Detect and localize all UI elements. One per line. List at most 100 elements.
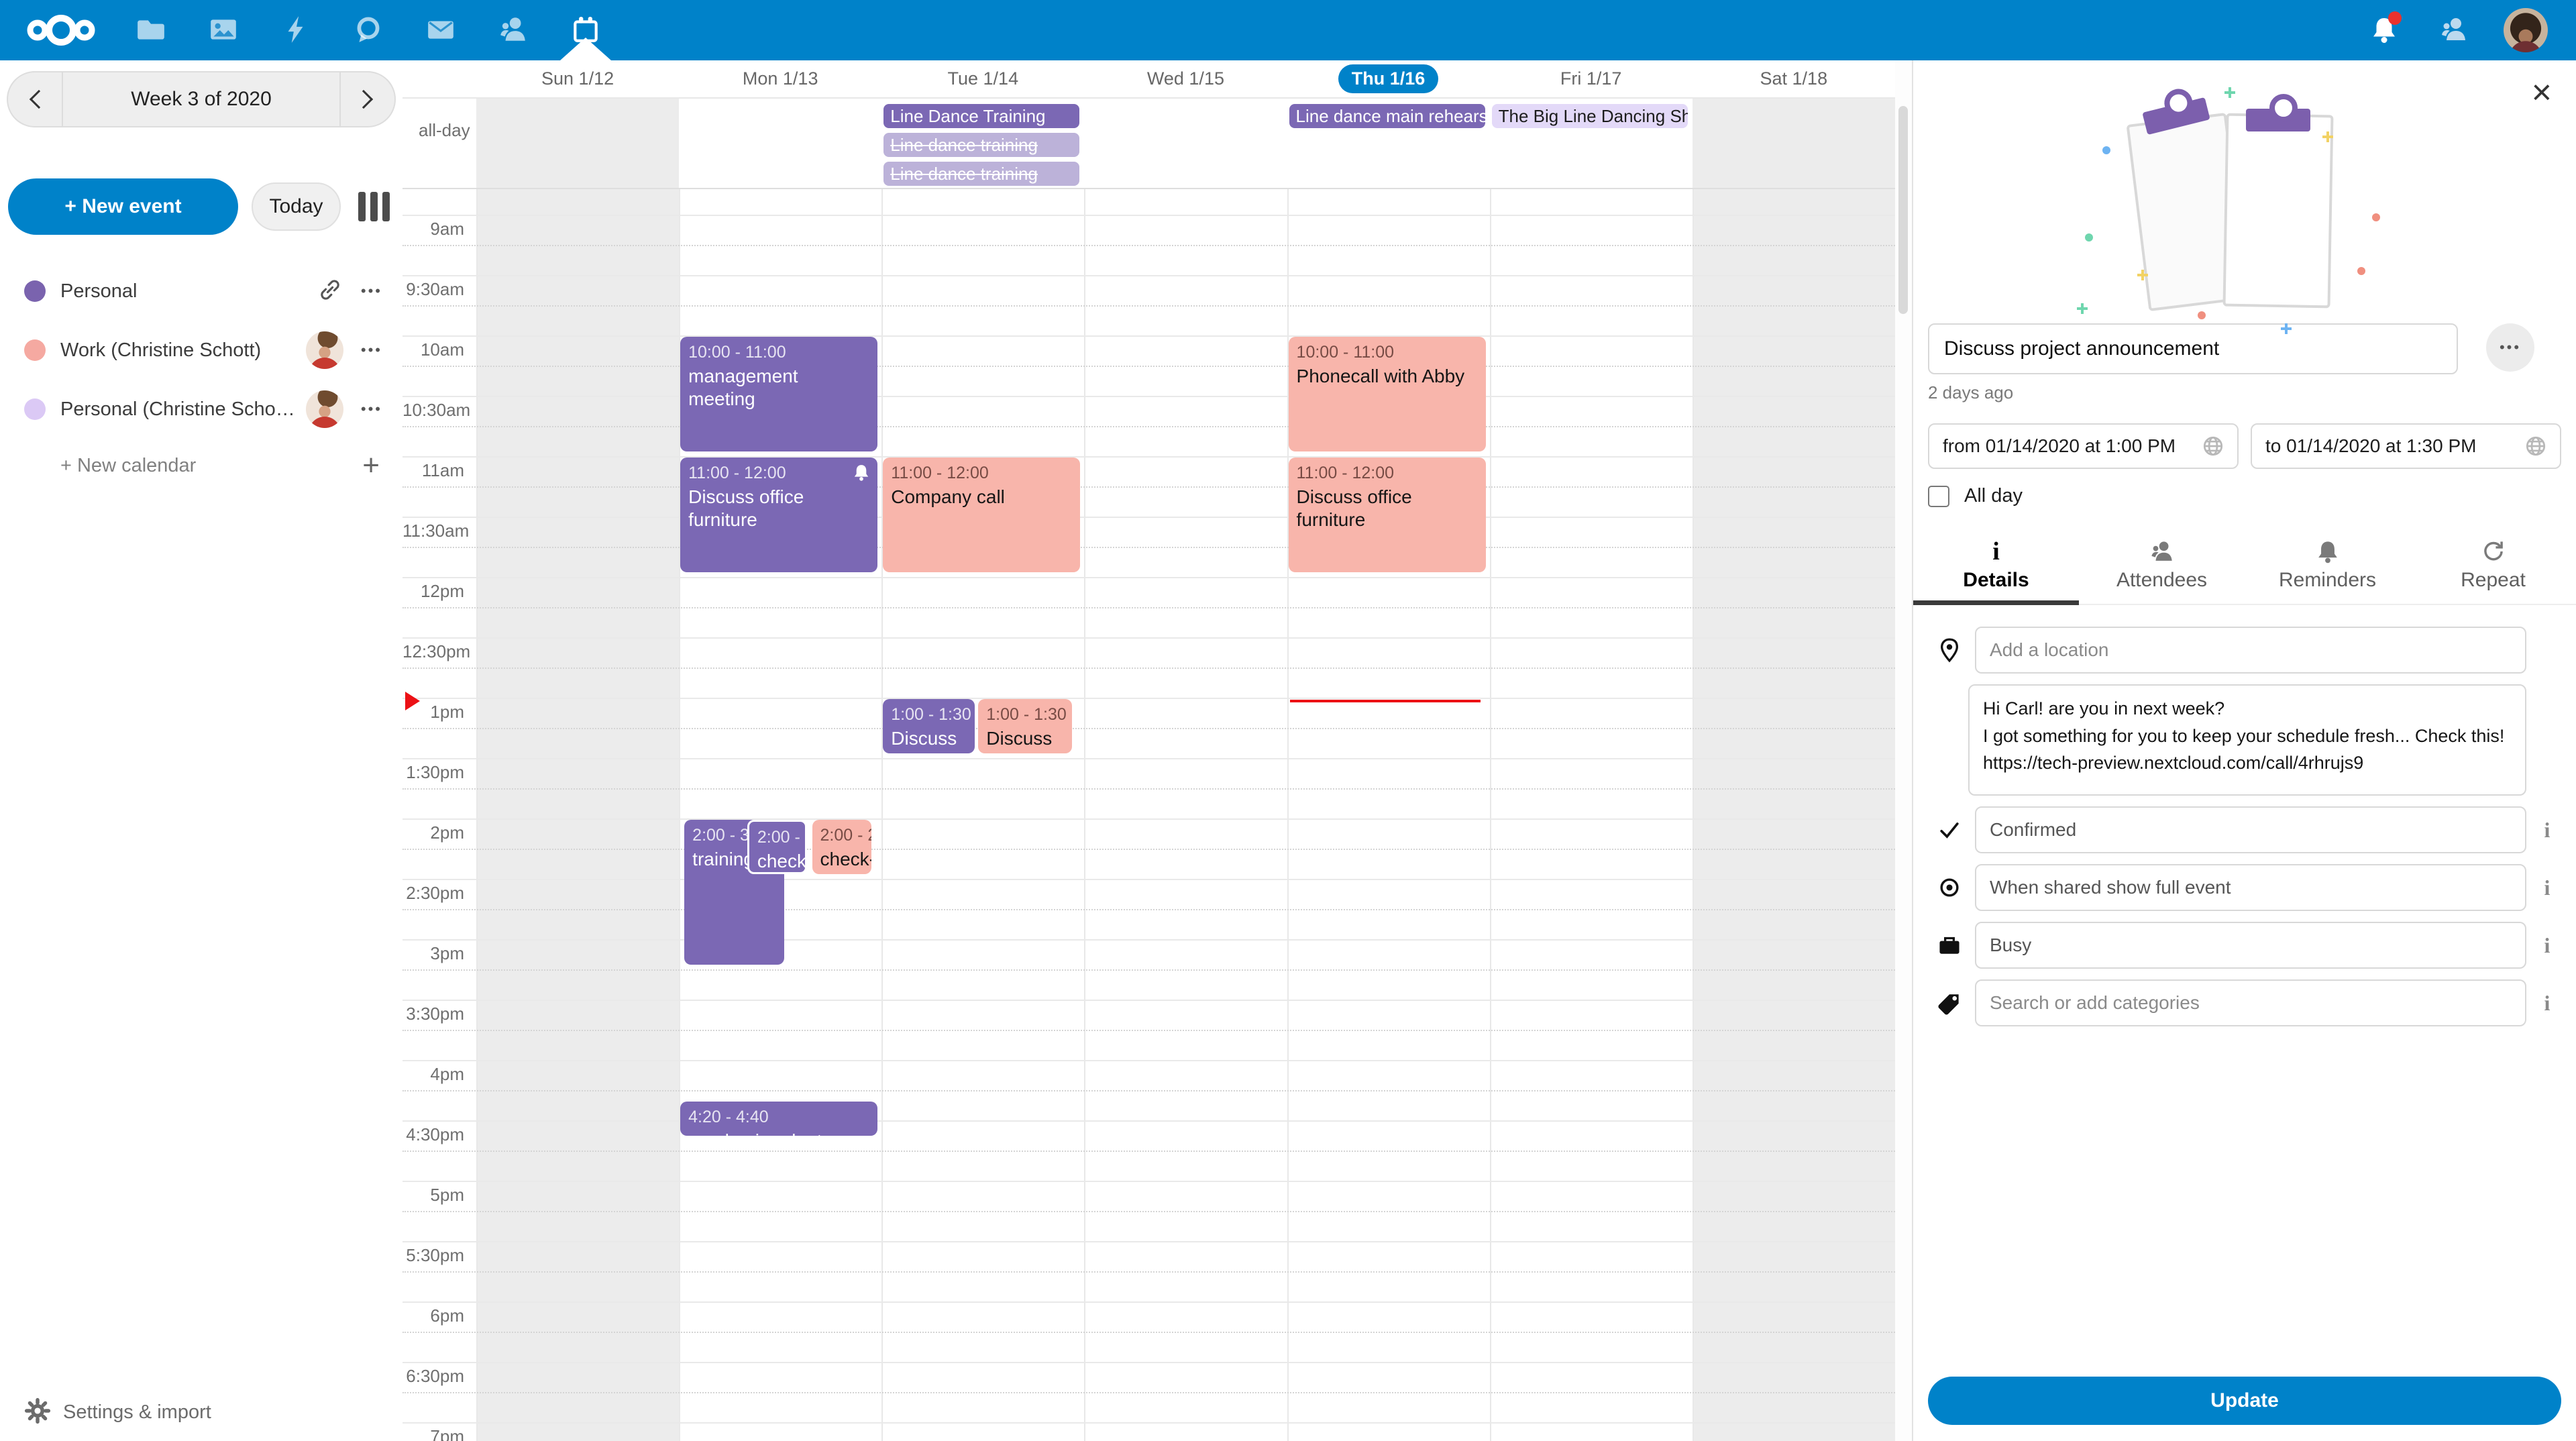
today-button[interactable]: Today — [252, 182, 341, 231]
all-day-event[interactable]: Line dance main rehearsal — [1289, 104, 1485, 128]
calendar-event[interactable]: 2:00 - 2:30check-in — [812, 820, 872, 874]
app-button-contacts[interactable] — [477, 0, 549, 60]
new-event-button[interactable]: + New event — [8, 178, 238, 235]
visibility-info-icon[interactable]: i — [2533, 875, 2561, 900]
event-title: Discuss project announcement — [891, 727, 967, 753]
next-week-button[interactable] — [343, 72, 390, 126]
calendar-event[interactable]: 1:00 - 1:30Discuss project announcement — [883, 699, 975, 753]
all-day-cell[interactable] — [1084, 99, 1287, 188]
day-header-cell[interactable]: Sat 1/18 — [1693, 64, 1895, 93]
all-day-event[interactable]: Line dance training — [883, 133, 1079, 157]
location-input[interactable] — [1975, 627, 2526, 674]
calendar-event[interactable]: 4:20 - 4:40purchasing dept — [680, 1102, 877, 1136]
sidebar-calendar-item-2[interactable]: Personal (Christine Scho…)••• — [0, 380, 402, 439]
day-header-cell[interactable]: Sun 1/12 — [476, 64, 679, 93]
event-title-input[interactable] — [1928, 323, 2458, 374]
all-day-cell[interactable] — [679, 99, 881, 188]
previous-week-button[interactable] — [12, 72, 59, 126]
calendar-event[interactable]: 10:00 - 11:00management meeting — [680, 337, 877, 451]
calendar-actions-button[interactable]: ••• — [361, 282, 382, 300]
tab-reminders[interactable]: Reminders — [2245, 533, 2410, 604]
start-date-picker[interactable]: from 01/14/2020 at 1:00 PM — [1928, 423, 2239, 469]
calendar-event[interactable]: 11:00 - 12:00Company call — [883, 458, 1080, 572]
share-link-icon[interactable] — [317, 276, 343, 307]
all-day-cell[interactable]: Line dance main rehearsal — [1287, 99, 1490, 188]
grid-hour-line — [402, 396, 1895, 397]
day-header-cell[interactable]: Wed 1/15 — [1084, 64, 1287, 93]
day-header-cell[interactable]: Thu 1/16 — [1287, 64, 1490, 93]
nextcloud-logo[interactable] — [24, 10, 98, 50]
app-button-talk[interactable] — [332, 0, 405, 60]
end-date-picker[interactable]: to 01/14/2020 at 1:30 PM — [2251, 423, 2561, 469]
grid-hour-line — [402, 1120, 1895, 1122]
grid-scrollbar[interactable] — [1895, 60, 1912, 1441]
reminder-bell-icon — [852, 463, 871, 485]
all-day-cell[interactable] — [476, 99, 679, 188]
categories-info-icon[interactable]: i — [2533, 991, 2561, 1016]
day-label: Fri 1/17 — [1560, 68, 1622, 89]
tab-repeat[interactable]: Repeat — [2410, 533, 2576, 604]
day-header-cell[interactable]: Mon 1/13 — [679, 64, 881, 93]
week-label: Week 3 of 2020 — [131, 88, 272, 111]
calendar-actions-button[interactable]: ••• — [361, 401, 382, 418]
calendar-event[interactable]: 11:00 - 12:00Discuss office furniture — [680, 458, 877, 572]
user-avatar[interactable] — [2504, 8, 2548, 52]
freebusy-info-icon[interactable]: i — [2533, 933, 2561, 958]
day-header-row: Sun 1/12Mon 1/13Tue 1/14Wed 1/15Thu 1/16… — [402, 60, 1895, 97]
all-day-checkbox[interactable] — [1928, 486, 1949, 507]
calendar-event[interactable]: 10:00 - 11:00Phonecall with Abby — [1289, 337, 1486, 451]
scrollbar-thumb[interactable] — [1898, 106, 1908, 314]
calendar-event[interactable]: 1:00 - 1:30Discuss project — [978, 699, 1072, 753]
timezone-globe-icon[interactable] — [2522, 433, 2549, 460]
status-info-icon[interactable]: i — [2533, 818, 2561, 843]
event-time: 10:00 - 11:00 — [1297, 341, 1478, 364]
tab-attendees[interactable]: Attendees — [2079, 533, 2245, 604]
all-day-cell[interactable]: The Big Line Dancing Show — [1490, 99, 1693, 188]
new-calendar-button[interactable]: + New calendar + — [0, 439, 402, 492]
description-textarea[interactable]: Hi Carl! are you in next week? I got som… — [1968, 684, 2526, 796]
freebusy-select[interactable]: Busy — [1975, 922, 2526, 969]
app-button-photos[interactable] — [187, 0, 260, 60]
top-navbar — [0, 0, 2576, 60]
all-day-columns: Line Dance Training Line dance training Li… — [476, 99, 1895, 188]
sidebar-calendar-item-0[interactable]: Personal••• — [0, 262, 402, 321]
grid-hour-line — [402, 577, 1895, 578]
all-day-cell[interactable]: Line Dance Training Line dance training Li… — [881, 99, 1084, 188]
app-button-mail[interactable] — [405, 0, 477, 60]
calendar-actions-button[interactable]: ••• — [361, 341, 382, 359]
categories-input[interactable] — [1975, 979, 2526, 1026]
status-select[interactable]: Confirmed — [1975, 806, 2526, 853]
week-grid[interactable]: 9am9:30am10am10:30am11am11:30am12pm12:30… — [402, 189, 1895, 1441]
view-switcher-button[interactable] — [354, 188, 394, 225]
all-day-event[interactable]: Line dance training — [883, 162, 1079, 186]
event-title: management meeting — [688, 365, 869, 411]
status-row: Confirmed i — [1928, 806, 2561, 853]
event-time: 1:00 - 1:30 — [891, 703, 967, 726]
event-title: Discuss office furniture — [1297, 486, 1478, 531]
sidebar-calendar-item-1[interactable]: Work (Christine Schott)••• — [0, 321, 402, 380]
notifications-button[interactable] — [2364, 10, 2404, 50]
calendar-sidebar: Week 3 of 2020 + New event Today Persona… — [0, 60, 402, 1441]
visibility-select[interactable]: When shared show full event — [1975, 864, 2526, 911]
timezone-globe-icon[interactable] — [2200, 433, 2226, 460]
event-actions-button[interactable]: ••• — [2486, 323, 2534, 372]
event-title: Discuss project — [986, 727, 1064, 753]
app-button-activity[interactable] — [260, 0, 332, 60]
update-button[interactable]: Update — [1928, 1377, 2561, 1425]
all-day-toggle[interactable]: All day — [1928, 485, 2561, 507]
mail-icon — [425, 14, 456, 47]
day-header-cell[interactable]: Fri 1/17 — [1490, 64, 1693, 93]
app-button-files[interactable] — [115, 0, 187, 60]
calendar-event[interactable]: 2:00 - 2:30check-in — [747, 820, 807, 874]
settings-import-button[interactable]: Settings & import — [24, 1397, 211, 1428]
all-day-event[interactable]: The Big Line Dancing Show — [1492, 104, 1688, 128]
contacts-menu-button[interactable] — [2434, 10, 2474, 50]
close-panel-button[interactable]: × — [2532, 75, 2552, 110]
all-day-event[interactable]: Line Dance Training — [883, 104, 1079, 128]
tab-details[interactable]: iDetails — [1913, 533, 2079, 604]
eye-icon — [1935, 874, 1964, 901]
all-day-cell[interactable] — [1693, 99, 1895, 188]
week-view: Sun 1/12Mon 1/13Tue 1/14Wed 1/15Thu 1/16… — [402, 60, 1895, 1441]
day-header-cell[interactable]: Tue 1/14 — [881, 64, 1084, 93]
calendar-event[interactable]: 11:00 - 12:00Discuss office furniture — [1289, 458, 1486, 572]
